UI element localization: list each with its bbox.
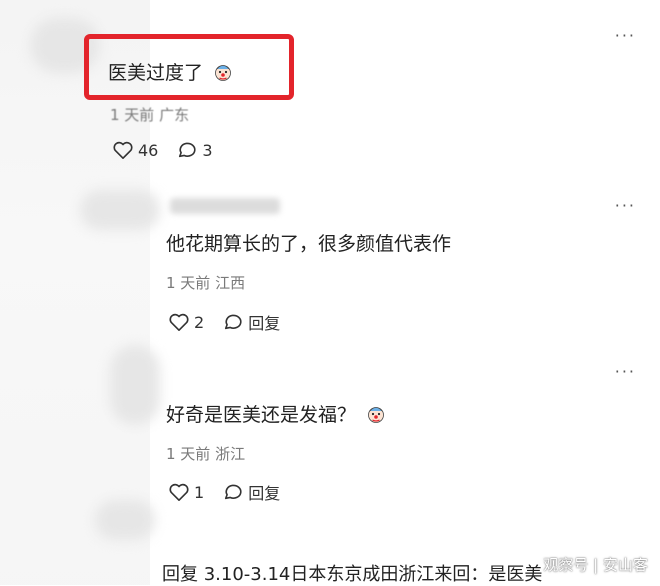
speech-bubble-icon [179, 142, 196, 158]
speech-bubble-icon [225, 484, 242, 500]
comment-actions: 1 回复 [168, 480, 298, 504]
comment-actions: 2 回复 [168, 310, 298, 334]
highlight-box [84, 34, 294, 100]
comment-actions: 46 3 [112, 140, 231, 160]
more-dots-icon[interactable]: ··· [615, 198, 636, 214]
heart-outline-icon [169, 313, 189, 331]
avatar[interactable] [95, 500, 155, 540]
comment-meta: 1 天前 广东 [110, 106, 190, 124]
like-button[interactable]: 2 [168, 312, 204, 332]
comment-meta: 1 天前 江西 [166, 274, 246, 292]
comment-meta: 1 天前 浙江 [166, 445, 246, 463]
blurred-username [170, 198, 280, 214]
more-dots-icon[interactable]: ··· [615, 28, 636, 44]
like-button[interactable]: 46 [112, 140, 158, 160]
reply-button[interactable]: 回复 [222, 480, 280, 504]
partial-comment-text: 回复 3.10-3.14日本东京成田浙江来回：是医美 [162, 564, 543, 585]
more-dots-icon[interactable]: ··· [615, 364, 636, 380]
heart-outline-icon [113, 141, 133, 159]
comment-text: 好奇是医美还是发福？ [166, 400, 386, 427]
clown-face-emoji-icon [368, 407, 384, 423]
like-button[interactable]: 1 [168, 482, 204, 502]
reply-button[interactable]: 3 [176, 140, 213, 160]
comment-text: 他花期算长的了，很多颜值代表作 [166, 233, 452, 255]
watermark: 观察号 | 安山客 [543, 556, 648, 574]
heart-outline-icon [169, 483, 189, 501]
speech-bubble-icon [225, 314, 242, 330]
avatar[interactable] [80, 190, 160, 230]
reply-button[interactable]: 回复 [222, 310, 280, 334]
avatar[interactable] [110, 345, 160, 425]
